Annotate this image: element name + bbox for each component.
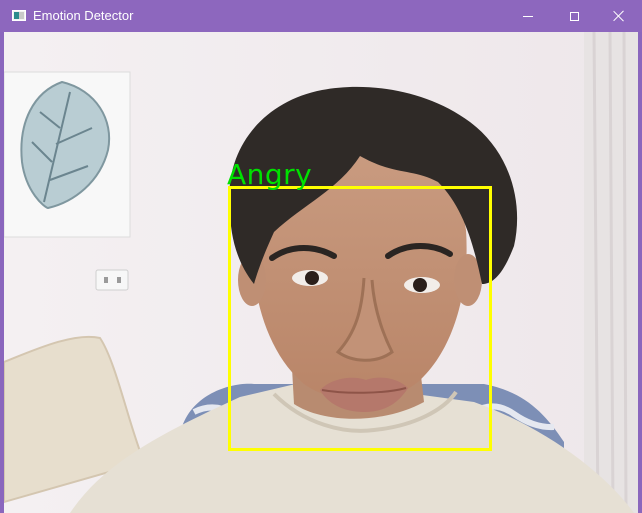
close-icon — [613, 10, 625, 22]
maximize-icon — [569, 11, 579, 21]
minimize-icon — [523, 15, 533, 17]
app-window: Emotion Detector Angry — [0, 0, 642, 513]
title-bar[interactable]: Emotion Detector — [0, 0, 642, 32]
app-icon — [12, 10, 26, 21]
window-title: Emotion Detector — [33, 8, 134, 23]
face-bounding-box — [228, 186, 492, 451]
wall-outlet — [95, 269, 129, 291]
emotion-label: Angry — [227, 158, 313, 191]
webcam-feed: Angry — [4, 32, 638, 513]
minimize-button[interactable] — [505, 0, 551, 32]
wall-poster — [4, 71, 131, 238]
maximize-button[interactable] — [551, 0, 597, 32]
close-button[interactable] — [596, 0, 642, 32]
